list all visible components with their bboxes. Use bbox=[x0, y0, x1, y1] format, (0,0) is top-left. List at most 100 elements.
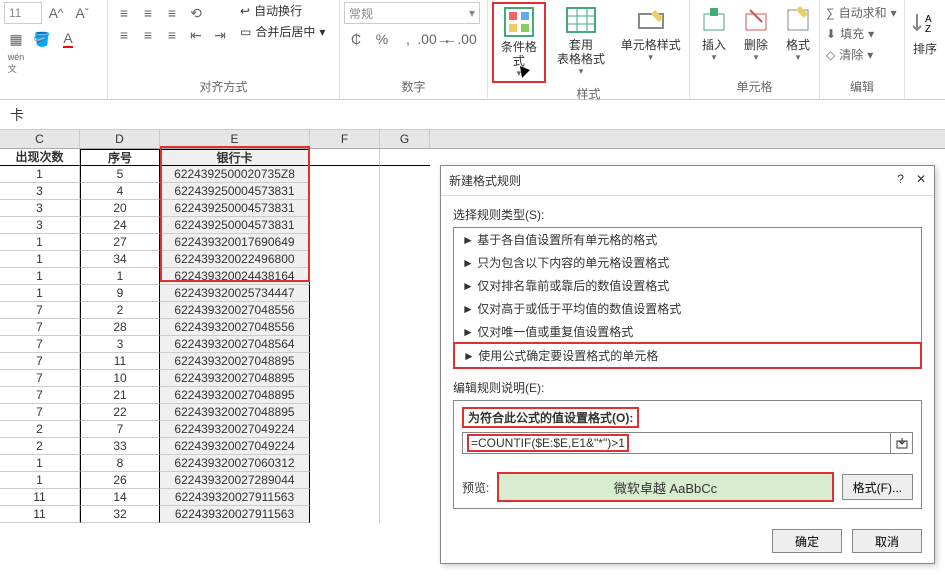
data-cell[interactable]: 7 bbox=[80, 421, 160, 438]
empty-cell[interactable] bbox=[310, 438, 380, 455]
data-cell[interactable]: 2 bbox=[0, 421, 80, 438]
data-cell[interactable]: 24 bbox=[80, 217, 160, 234]
data-cell[interactable]: 622439320027048895 bbox=[160, 387, 310, 404]
rule-type-item[interactable]: ► 仅对高于或低于平均值的数值设置格式 bbox=[454, 297, 921, 320]
data-cell[interactable]: 34 bbox=[80, 251, 160, 268]
empty-cell[interactable] bbox=[380, 404, 430, 421]
empty-cell[interactable] bbox=[380, 166, 430, 183]
rule-type-item[interactable]: ► 基于各自值设置所有单元格的格式 bbox=[454, 228, 921, 251]
data-cell[interactable]: 622439320027048556 bbox=[160, 302, 310, 319]
increase-font-icon[interactable]: A^ bbox=[44, 2, 68, 24]
empty-cell[interactable] bbox=[380, 302, 430, 319]
empty-cell[interactable] bbox=[310, 404, 380, 421]
data-cell[interactable]: 7 bbox=[0, 319, 80, 336]
sort-button[interactable]: AZ 排序 bbox=[905, 6, 945, 58]
empty-cell[interactable] bbox=[380, 455, 430, 472]
empty-cell[interactable] bbox=[310, 200, 380, 217]
empty-cell[interactable] bbox=[310, 234, 380, 251]
wrap-text-button[interactable]: ↩ 自动换行 bbox=[240, 2, 325, 19]
dialog-titlebar[interactable]: 新建格式规则 ? ✕ bbox=[441, 166, 934, 196]
col-header-d[interactable]: D bbox=[80, 130, 160, 148]
data-cell[interactable]: 2 bbox=[80, 302, 160, 319]
data-cell[interactable]: 11 bbox=[0, 506, 80, 523]
empty-cell[interactable] bbox=[310, 217, 380, 234]
empty-cell[interactable] bbox=[380, 489, 430, 506]
orientation-icon[interactable]: ⟲ bbox=[184, 2, 208, 24]
data-cell[interactable]: 7 bbox=[0, 302, 80, 319]
empty-cell[interactable] bbox=[380, 268, 430, 285]
decrease-decimal-icon[interactable]: ←.00 bbox=[448, 28, 472, 50]
empty-cell[interactable] bbox=[310, 421, 380, 438]
rule-type-item[interactable]: ► 只为包含以下内容的单元格设置格式 bbox=[454, 251, 921, 274]
data-cell[interactable]: 622439320027048556 bbox=[160, 319, 310, 336]
data-cell[interactable]: 622439320027049224 bbox=[160, 421, 310, 438]
clear-button[interactable]: ◇ 清除 ▾ bbox=[826, 46, 873, 63]
indent-dec-icon[interactable]: ⇤ bbox=[184, 24, 208, 46]
currency-icon[interactable]: ₵ bbox=[344, 28, 368, 50]
empty-cell[interactable] bbox=[380, 251, 430, 268]
empty-cell[interactable] bbox=[380, 387, 430, 404]
col-header-g[interactable]: G bbox=[380, 130, 430, 148]
data-cell[interactable]: 5 bbox=[80, 166, 160, 183]
data-cell[interactable]: 3 bbox=[80, 336, 160, 353]
border-icon[interactable]: ▦ bbox=[4, 28, 28, 50]
data-cell[interactable]: 6224392500020735Z8 bbox=[160, 166, 310, 183]
cell-styles-button[interactable]: 单元格样式 ▾ bbox=[616, 2, 685, 65]
empty-cell[interactable] bbox=[310, 149, 380, 166]
empty-cell[interactable] bbox=[310, 387, 380, 404]
header-cell[interactable]: 银行卡 bbox=[160, 149, 310, 166]
data-cell[interactable]: 622439320027060312 bbox=[160, 455, 310, 472]
close-button[interactable]: ✕ bbox=[916, 172, 926, 189]
data-cell[interactable]: 7 bbox=[0, 387, 80, 404]
fontsize-combo[interactable]: 11 bbox=[4, 2, 42, 24]
data-cell[interactable]: 622439320027911563 bbox=[160, 489, 310, 506]
cancel-button[interactable]: 取消 bbox=[852, 529, 922, 553]
empty-cell[interactable] bbox=[380, 285, 430, 302]
data-cell[interactable]: 622439250004573831 bbox=[160, 183, 310, 200]
empty-cell[interactable] bbox=[380, 472, 430, 489]
rule-type-list[interactable]: ► 基于各自值设置所有单元格的格式► 只为包含以下内容的单元格设置格式► 仅对排… bbox=[453, 227, 922, 369]
data-cell[interactable]: 7 bbox=[0, 353, 80, 370]
align-right-icon[interactable]: ≡ bbox=[160, 24, 184, 46]
conditional-format-button[interactable]: 条件格式 ▾ bbox=[492, 2, 546, 83]
empty-cell[interactable] bbox=[380, 234, 430, 251]
col-header-e[interactable]: E bbox=[160, 130, 310, 148]
data-cell[interactable]: 7 bbox=[0, 370, 80, 387]
empty-cell[interactable] bbox=[310, 370, 380, 387]
autosum-button[interactable]: ∑ 自动求和 ▾ bbox=[826, 4, 897, 21]
data-cell[interactable]: 1 bbox=[0, 234, 80, 251]
empty-cell[interactable] bbox=[380, 319, 430, 336]
data-cell[interactable]: 622439320027049224 bbox=[160, 438, 310, 455]
data-cell[interactable]: 11 bbox=[0, 489, 80, 506]
data-cell[interactable]: 11 bbox=[80, 353, 160, 370]
data-cell[interactable]: 7 bbox=[0, 404, 80, 421]
align-top-icon[interactable]: ≡ bbox=[112, 2, 136, 24]
empty-cell[interactable] bbox=[380, 353, 430, 370]
empty-cell[interactable] bbox=[310, 353, 380, 370]
empty-cell[interactable] bbox=[380, 421, 430, 438]
data-cell[interactable]: 622439320022496800 bbox=[160, 251, 310, 268]
data-cell[interactable]: 14 bbox=[80, 489, 160, 506]
empty-cell[interactable] bbox=[310, 472, 380, 489]
data-cell[interactable]: 21 bbox=[80, 387, 160, 404]
font-color-icon[interactable]: A bbox=[56, 28, 80, 50]
align-center-icon[interactable]: ≡ bbox=[136, 24, 160, 46]
data-cell[interactable]: 1 bbox=[80, 268, 160, 285]
empty-cell[interactable] bbox=[310, 506, 380, 523]
align-bottom-icon[interactable]: ≡ bbox=[160, 2, 184, 24]
data-cell[interactable]: 622439250004573831 bbox=[160, 217, 310, 234]
col-header-c[interactable]: C bbox=[0, 130, 80, 148]
percent-icon[interactable]: % bbox=[370, 28, 394, 50]
ok-button[interactable]: 确定 bbox=[772, 529, 842, 553]
data-cell[interactable]: 32 bbox=[80, 506, 160, 523]
empty-cell[interactable] bbox=[380, 506, 430, 523]
data-cell[interactable]: 622439320027048895 bbox=[160, 353, 310, 370]
empty-cell[interactable] bbox=[310, 183, 380, 200]
data-cell[interactable]: 622439320027289044 bbox=[160, 472, 310, 489]
data-cell[interactable]: 3 bbox=[0, 200, 80, 217]
empty-cell[interactable] bbox=[310, 455, 380, 472]
data-cell[interactable]: 1 bbox=[0, 166, 80, 183]
data-cell[interactable]: 10 bbox=[80, 370, 160, 387]
fill-button[interactable]: ⬇ 填充 ▾ bbox=[826, 25, 874, 42]
data-cell[interactable]: 27 bbox=[80, 234, 160, 251]
